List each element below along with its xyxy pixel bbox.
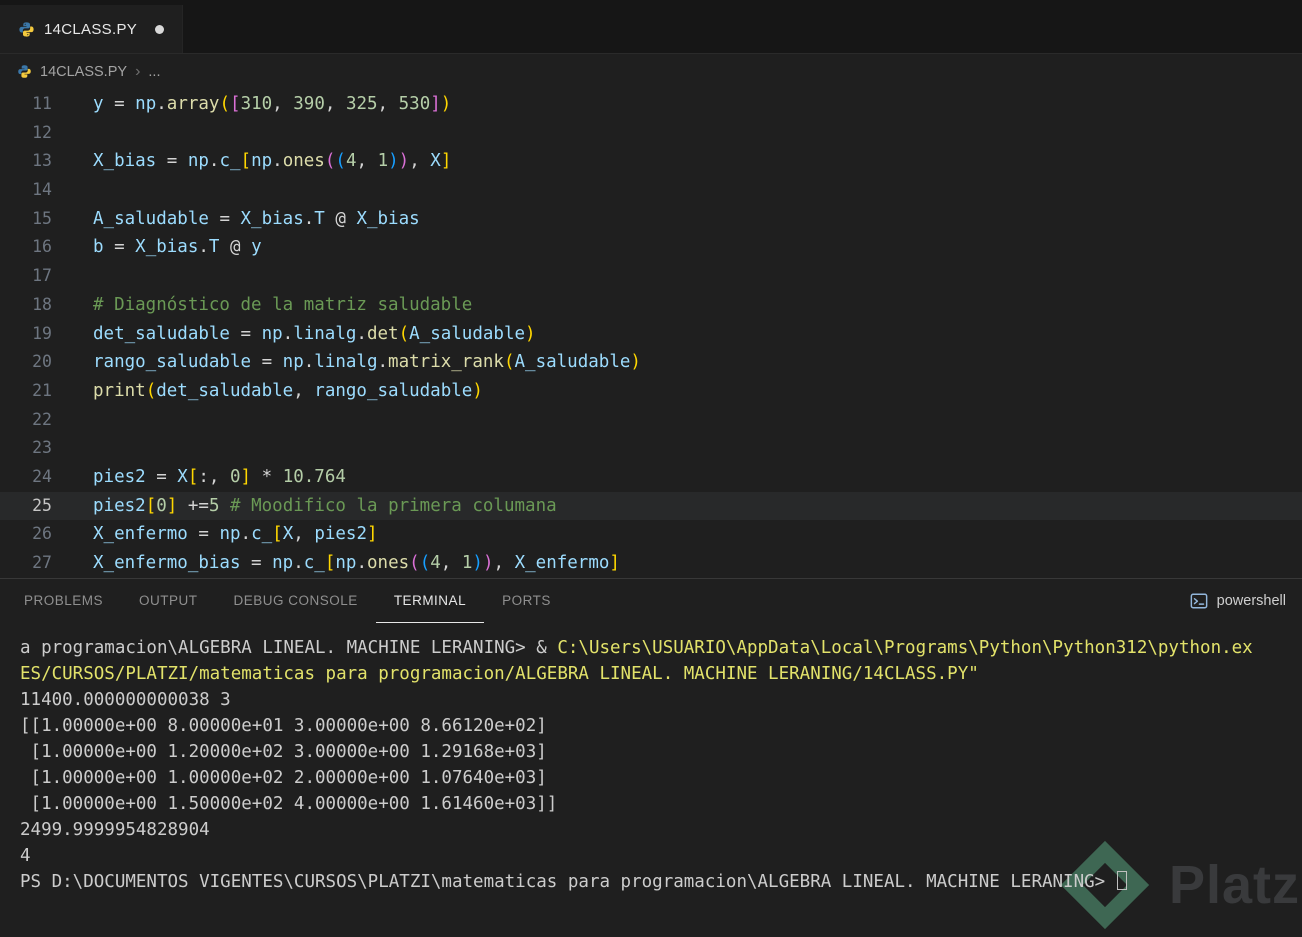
panel-tab-output[interactable]: OUTPUT (121, 579, 216, 623)
editor-line[interactable]: 23 (0, 434, 1302, 463)
editor-line[interactable]: 15 A_saludable = X_bias.T @ X_bias (0, 205, 1302, 234)
code-text: X_bias = np.c_[np.ones((4, 1)), X] (93, 151, 452, 172)
code-text: rango_saludable = np.linalg.matrix_rank(… (93, 352, 641, 373)
breadcrumb-ellipsis[interactable]: ... (148, 64, 160, 80)
editor-line[interactable]: 21 print(det_saludable, rango_saludable) (0, 377, 1302, 406)
editor-line[interactable]: 26 X_enfermo = np.c_[X, pies2] (0, 520, 1302, 549)
terminal-line: [1.00000e+00 1.50000e+02 4.00000e+00 1.6… (20, 794, 558, 814)
editor-tab-bar: 14CLASS.PY (0, 0, 1302, 54)
editor-line[interactable]: 19 det_saludable = np.linalg.det(A_saluda… (0, 320, 1302, 349)
line-number[interactable]: 12 (0, 119, 52, 148)
editor-line[interactable]: 12 (0, 119, 1302, 148)
editor-line[interactable]: 13 X_bias = np.c_[np.ones((4, 1)), X] (0, 147, 1302, 176)
line-number[interactable]: 16 (0, 233, 52, 262)
terminal-output[interactable]: a programacion\ALGEBRA LINEAL. MACHINE L… (0, 623, 1302, 937)
code-text: print(det_saludable, rango_saludable) (93, 380, 483, 401)
line-number[interactable]: 13 (0, 147, 52, 176)
tab-title: 14CLASS.PY (44, 20, 138, 38)
terminal-line: [1.00000e+00 1.00000e+02 2.00000e+00 1.0… (20, 768, 547, 788)
editor-line[interactable]: 18 # Diagnóstico de la matriz saludable (0, 291, 1302, 320)
terminal-line: PS D:\DOCUMENTOS VIGENTES\CURSOS\PLATZI\… (20, 869, 1302, 895)
terminal-line: [[1.00000e+00 8.00000e+01 3.00000e+00 8.… (20, 716, 547, 736)
terminal-line: a programacion\ALGEBRA LINEAL. MACHINE L… (20, 638, 1253, 658)
terminal-cursor (1116, 871, 1127, 890)
line-number[interactable]: 23 (0, 434, 52, 463)
editor-line[interactable]: 20 rango_saludable = np.linalg.matrix_ran… (0, 348, 1302, 377)
terminal-icon (1190, 592, 1208, 610)
code-text: # Diagnóstico de la matriz saludable (93, 294, 473, 315)
line-number[interactable]: 14 (0, 176, 52, 205)
line-number[interactable]: 15 (0, 205, 52, 234)
editor-line[interactable]: 27 X_enfermo_bias = np.c_[np.ones((4, 1))… (0, 549, 1302, 578)
bottom-panel: PROBLEMS OUTPUT DEBUG CONSOLE TERMINAL PORTS… (0, 578, 1302, 937)
line-number[interactable]: 24 (0, 463, 52, 492)
editor-line[interactable]: 22 (0, 406, 1302, 435)
shell-label: powershell (1216, 593, 1286, 609)
code-text: X_enfermo_bias = np.c_[np.ones((4, 1)), … (93, 553, 620, 573)
terminal-line: ES/CURSOS/PLATZI/matematicas para progra… (20, 664, 979, 684)
modified-dot-icon[interactable] (155, 24, 165, 34)
editor-line[interactable]: 11 y = np.array([310, 390, 325, 530]) (0, 90, 1302, 119)
code-text: A_saludable = X_bias.T @ X_bias (93, 208, 420, 229)
code-text: b = X_bias.T @ y (93, 237, 262, 258)
panel-tab-ports[interactable]: PORTS (484, 579, 569, 623)
panel-tab-problems[interactable]: PROBLEMS (6, 579, 121, 623)
shell-selector[interactable]: powershell (1190, 592, 1286, 610)
chevron-right-icon: › (135, 62, 141, 80)
editor[interactable]: 11 y = np.array([310, 390, 325, 530]) 12 13… (0, 89, 1302, 578)
editor-line[interactable]: 14 (0, 176, 1302, 205)
breadcrumb-file[interactable]: 14CLASS.PY (40, 64, 127, 80)
code-text: det_saludable = np.linalg.det(A_saludabl… (93, 323, 536, 344)
python-icon (17, 64, 32, 79)
editor-line[interactable]: 25 pies2[0] +=5 # Moodifico la primera co… (0, 491, 1302, 521)
panel-tab-terminal[interactable]: TERMINAL (375, 579, 485, 623)
tab-14class-py[interactable]: 14CLASS.PY (0, 5, 184, 53)
line-number[interactable]: 27 (0, 549, 52, 578)
terminal-line: 4 (20, 846, 31, 866)
code-text: pies2[0] +=5 # Moodifico la primera colu… (93, 495, 557, 516)
line-number[interactable]: 11 (0, 90, 52, 119)
terminal-line: 2499.9999954828904 (20, 820, 210, 840)
line-number[interactable]: 22 (0, 406, 52, 435)
line-number[interactable]: 19 (0, 320, 52, 349)
line-number[interactable]: 20 (0, 348, 52, 377)
panel-tabs: PROBLEMS OUTPUT DEBUG CONSOLE TERMINAL PORTS (0, 579, 569, 623)
code-text: y = np.array([310, 390, 325, 530]) (93, 94, 452, 114)
editor-line[interactable]: 17 (0, 262, 1302, 291)
vscode-window: 14CLASS.PY 14CLASS.PY › ... 11 y = np.arr… (0, 0, 1302, 937)
line-number[interactable]: 18 (0, 291, 52, 320)
line-number[interactable]: 17 (0, 262, 52, 291)
python-icon (18, 21, 35, 38)
editor-line[interactable]: 16 b = X_bias.T @ y (0, 233, 1302, 262)
panel-header: PROBLEMS OUTPUT DEBUG CONSOLE TERMINAL PORTS… (0, 579, 1302, 623)
terminal-line: [1.00000e+00 1.20000e+02 3.00000e+00 1.2… (20, 742, 547, 762)
breadcrumb: 14CLASS.PY › ... (0, 54, 1302, 89)
editor-line[interactable]: 24 pies2 = X[:, 0] * 10.764 (0, 463, 1302, 492)
line-number[interactable]: 26 (0, 520, 52, 549)
code-text: X_enfermo = np.c_[X, pies2] (93, 524, 378, 545)
panel-tab-debug-console[interactable]: DEBUG CONSOLE (216, 579, 376, 623)
terminal-line: 11400.000000000038 3 (20, 690, 231, 710)
line-number[interactable]: 21 (0, 377, 52, 406)
line-number[interactable]: 25 (0, 492, 52, 521)
code-text: pies2 = X[:, 0] * 10.764 (93, 466, 346, 487)
